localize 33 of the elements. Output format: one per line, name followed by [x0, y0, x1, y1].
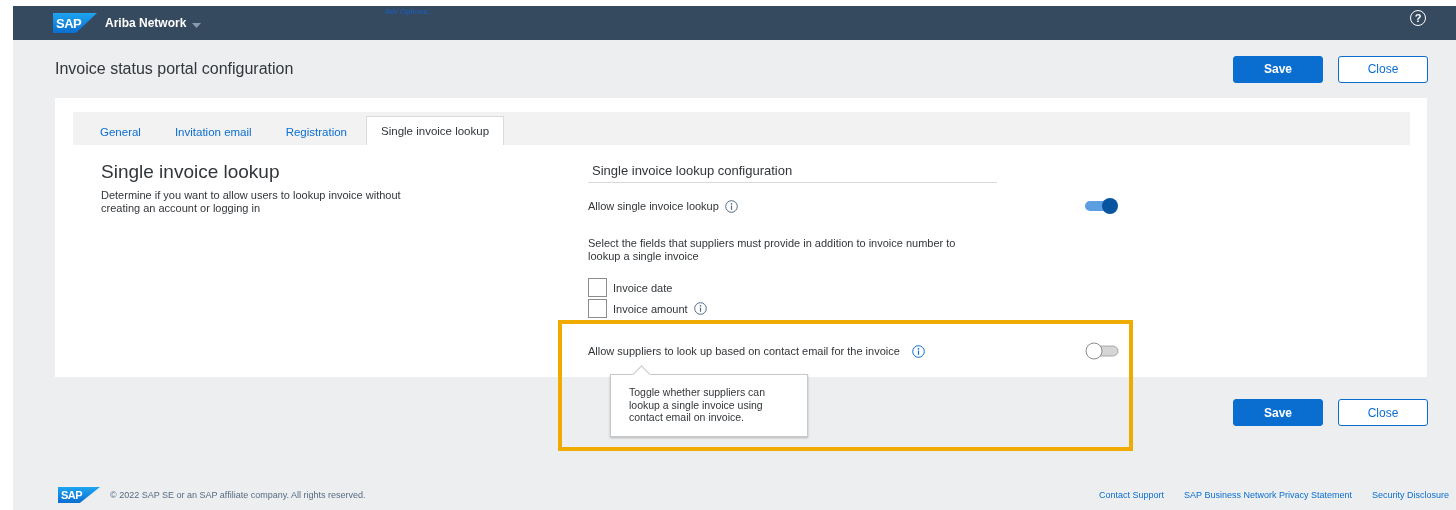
sap-logo: SAP	[58, 487, 100, 503]
page-title: Invoice status portal configuration	[55, 60, 295, 78]
caret-icon[interactable]	[192, 22, 202, 28]
info-icon[interactable]	[693, 302, 707, 315]
config-heading: Single invoice lookup configuration	[588, 161, 997, 183]
checkbox[interactable]	[588, 299, 607, 318]
checkbox-label: Invoice date	[613, 281, 673, 294]
toggle-label: Allow single invoice lookup	[588, 200, 719, 212]
tab[interactable]: General	[85, 118, 156, 145]
tab[interactable]: Registration	[270, 118, 362, 145]
section-heading: Single invoice lookup	[101, 161, 281, 183]
tooltip: Toggle whether suppliers can lookup a single invoice using contact email on invoice.	[608, 366, 810, 440]
copyright-text: © 2022 SAP SE or an SAP affiliate company. All rights reserved.	[110, 490, 367, 500]
info-icon[interactable]	[724, 199, 738, 213]
footer-link[interactable]: Security Disclosure	[1371, 490, 1449, 500]
tab[interactable]: Invitation email	[159, 118, 267, 145]
save-button[interactable]: Save	[1233, 55, 1323, 83]
section-description: Determine if you want to allow users to lookup invoice without creating an account or logging in	[101, 189, 402, 215]
footer-link[interactable]: SAP Business Network Privacy Statement	[1184, 490, 1352, 500]
checkbox[interactable]	[588, 278, 607, 297]
sap-logo: SAP	[53, 13, 97, 33]
fields-instructions: Select the fields that suppliers must provide in addition to invoice number to lookup a single invoice	[588, 237, 957, 263]
toggle-switch[interactable]	[1084, 342, 1120, 360]
toggle-label: Allow suppliers to look up based on contact email for the invoice	[588, 344, 901, 358]
close-button[interactable]: Close	[1338, 399, 1428, 426]
product-name[interactable]: Ariba Network	[105, 16, 187, 30]
tab[interactable]: Single invoice lookup	[366, 116, 505, 145]
info-icon[interactable]	[912, 344, 925, 358]
footer-link[interactable]: Contact Support	[1099, 490, 1165, 500]
checkbox-label: Invoice amount	[613, 302, 688, 315]
save-button[interactable]: Save	[1233, 399, 1323, 426]
close-button[interactable]: Close	[1338, 55, 1428, 83]
toggle-switch[interactable]	[1084, 197, 1120, 215]
